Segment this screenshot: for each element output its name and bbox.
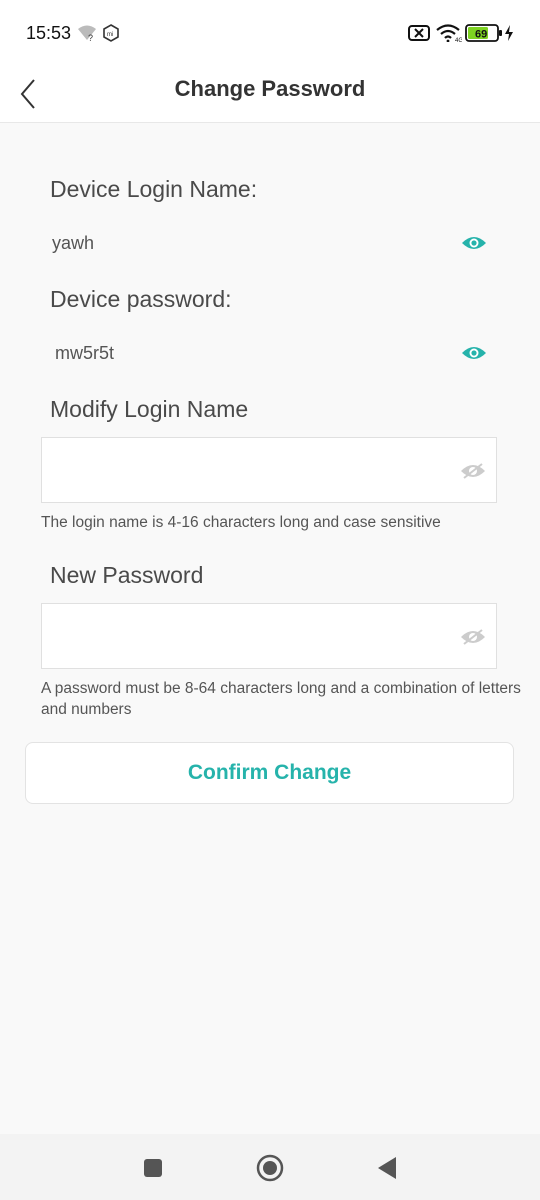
system-nav-bar xyxy=(0,1134,540,1200)
home-circle-icon[interactable] xyxy=(256,1154,284,1187)
recents-square-icon[interactable] xyxy=(143,1158,163,1183)
eye-slash-icon[interactable] xyxy=(459,462,487,480)
eye-icon[interactable] xyxy=(460,234,488,252)
sim-off-icon xyxy=(408,24,430,47)
login-name-hint: The login name is 4-16 characters long a… xyxy=(41,514,441,531)
svg-text:?: ? xyxy=(88,33,93,42)
page-title: Change Password xyxy=(174,76,366,101)
header-bar: Change Password xyxy=(0,66,540,123)
new-password-hint: A password must be 8-64 characters long … xyxy=(41,680,521,718)
svg-text:4G: 4G xyxy=(455,38,462,42)
eye-icon[interactable] xyxy=(460,344,488,362)
new-password-field xyxy=(41,603,497,669)
svg-text:69: 69 xyxy=(475,29,487,41)
confirm-change-button[interactable]: Confirm Change xyxy=(25,742,514,804)
device-login-name-value: yawh xyxy=(52,233,95,253)
status-bar: 15:53 ? mi 4G 69 xyxy=(0,0,540,66)
status-time: 15:53 xyxy=(26,23,72,43)
new-password-label: New Password xyxy=(50,562,204,588)
battery-icon: 69 xyxy=(465,24,503,47)
back-triangle-icon[interactable] xyxy=(376,1156,398,1185)
modify-login-name-label: Modify Login Name xyxy=(50,396,249,422)
device-login-name-label: Device Login Name: xyxy=(50,176,258,202)
svg-text:mi: mi xyxy=(107,32,113,38)
device-password-label: Device password: xyxy=(50,286,232,312)
login-name-field xyxy=(41,437,497,503)
login-name-input[interactable] xyxy=(42,438,470,502)
wifi-icon: 4G xyxy=(436,24,463,47)
charging-icon xyxy=(504,24,514,47)
eye-slash-icon[interactable] xyxy=(459,628,487,646)
wifi-question-icon: ? xyxy=(77,24,97,47)
chevron-left-icon xyxy=(14,79,44,118)
new-password-input[interactable] xyxy=(42,604,470,668)
mi-icon: mi xyxy=(102,24,120,47)
device-password-value: mw5r5t xyxy=(55,343,115,363)
